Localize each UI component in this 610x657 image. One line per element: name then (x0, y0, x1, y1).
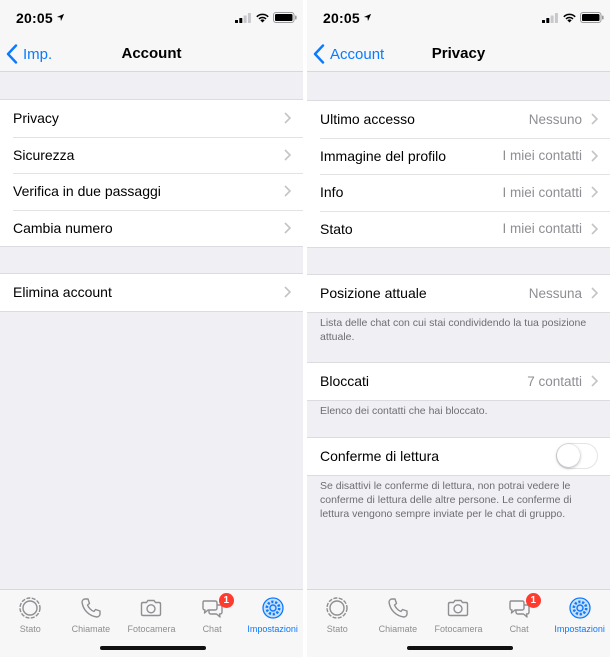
chevron-right-icon (284, 185, 291, 197)
tab-label: Chat (509, 624, 529, 634)
row-label: Immagine del profilo (320, 147, 447, 164)
home-indicator[interactable] (407, 646, 513, 650)
status-time: 20:05 (323, 10, 360, 26)
row-label: Ultimo accesso (320, 111, 415, 128)
row-label: Bloccati (320, 373, 370, 390)
live-location-group: Posizione attuale Nessuna (307, 274, 610, 313)
cellular-signal-icon (235, 13, 251, 23)
phone-icon (388, 598, 408, 618)
chevron-right-icon (591, 186, 598, 198)
location-arrow-icon (56, 13, 65, 22)
row-value: I miei contatti (502, 221, 582, 237)
page-title: Privacy (431, 45, 486, 62)
phone-icon (81, 598, 101, 618)
live-location-footnote: Lista delle chat con cui stai condividen… (320, 317, 587, 343)
row-read-receipts: Conferme di lettura (307, 438, 610, 475)
battery-icon (580, 12, 604, 23)
row-privacy[interactable]: Privacy (0, 100, 303, 137)
visibility-settings-group: Ultimo accesso Nessuno Immagine del prof… (307, 100, 610, 248)
camera-icon (141, 599, 162, 617)
status-bar: 20:05 (307, 0, 610, 36)
wifi-icon (563, 13, 576, 23)
tab-label: Impostazioni (247, 624, 298, 634)
tab-status[interactable]: Stato (0, 590, 61, 657)
battery-icon (273, 12, 297, 23)
row-label: Privacy (13, 110, 59, 127)
privacy-screen: 20:05 Account Privacy Ultimo accesso Nes… (307, 0, 610, 657)
chevron-right-icon (591, 113, 598, 125)
row-label: Posizione attuale (320, 285, 427, 302)
tab-label: Stato (326, 624, 348, 634)
row-value: I miei contatti (502, 184, 582, 200)
row-value: I miei contatti (502, 148, 582, 164)
toggle-knob (557, 444, 580, 468)
row-label: Verifica in due passaggi (13, 183, 161, 200)
read-receipts-toggle[interactable] (556, 443, 598, 470)
status-ring-icon (326, 597, 348, 619)
chevron-right-icon (284, 286, 291, 298)
read-receipts-footnote: Se disattivi le conferme di lettura, non… (320, 480, 572, 520)
tab-label: Chiamate (71, 624, 111, 634)
location-arrow-icon (363, 13, 372, 22)
chevron-right-icon (284, 222, 291, 234)
wifi-icon (256, 13, 269, 23)
chevron-right-icon (591, 375, 598, 387)
blocked-footnote: Elenco dei contatti che hai bloccato. (320, 405, 488, 417)
account-options-group: Privacy Sicurezza Verifica in due passag… (0, 99, 303, 247)
row-change-number[interactable]: Cambia numero (0, 209, 303, 247)
tab-label: Impostazioni (554, 624, 605, 634)
status-time: 20:05 (16, 10, 53, 26)
account-screen: 20:05 Imp. Account Privacy Sicurezza Ver… (0, 0, 303, 657)
cellular-signal-icon (542, 13, 558, 23)
row-status[interactable]: Stato I miei contatti (307, 210, 610, 248)
tab-settings[interactable]: Impostazioni (242, 590, 303, 657)
navigation-bar: Imp. Account (0, 36, 303, 72)
gear-icon (569, 597, 591, 619)
row-label: Sicurezza (13, 146, 75, 163)
row-two-step-verification[interactable]: Verifica in due passaggi (0, 173, 303, 210)
row-label: Stato (320, 220, 353, 237)
page-title: Account (121, 45, 182, 62)
tab-label: Fotocamera (127, 624, 176, 634)
tab-label: Stato (19, 624, 41, 634)
row-value: Nessuna (528, 285, 582, 301)
chevron-right-icon (284, 149, 291, 161)
delete-account-group: Elimina account (0, 273, 303, 312)
row-blocked[interactable]: Bloccati 7 contatti (307, 363, 610, 400)
tab-label: Chiamate (378, 624, 418, 634)
row-label: Cambia numero (13, 219, 113, 236)
row-label: Conferme di lettura (320, 448, 440, 465)
row-value: 7 contatti (527, 373, 582, 389)
chevron-right-icon (591, 223, 598, 235)
read-receipts-group: Conferme di lettura (307, 437, 610, 476)
unread-badge: 1 (218, 593, 234, 608)
unread-badge: 1 (525, 593, 541, 608)
tab-label: Fotocamera (434, 624, 483, 634)
tab-settings[interactable]: Impostazioni (549, 590, 610, 657)
home-indicator[interactable] (100, 646, 206, 650)
row-live-location[interactable]: Posizione attuale Nessuna (307, 275, 610, 312)
row-profile-photo[interactable]: Immagine del profilo I miei contatti (307, 137, 610, 175)
navigation-bar: Account Privacy (307, 36, 610, 72)
blocked-group: Bloccati 7 contatti (307, 362, 610, 401)
row-label: Elimina account (13, 284, 112, 301)
row-delete-account[interactable]: Elimina account (0, 274, 303, 311)
row-security[interactable]: Sicurezza (0, 136, 303, 174)
row-label: Info (320, 184, 344, 201)
row-last-seen[interactable]: Ultimo accesso Nessuno (307, 101, 610, 138)
gear-icon (262, 597, 284, 619)
tab-label: Chat (202, 624, 222, 634)
status-bar: 20:05 (0, 0, 303, 36)
row-about[interactable]: Info I miei contatti (307, 174, 610, 211)
chevron-right-icon (591, 150, 598, 162)
chevron-right-icon (284, 112, 291, 124)
row-value: Nessuno (528, 111, 582, 127)
camera-icon (448, 599, 469, 617)
tab-status[interactable]: Stato (307, 590, 368, 657)
chevron-right-icon (591, 287, 598, 299)
status-ring-icon (19, 597, 41, 619)
